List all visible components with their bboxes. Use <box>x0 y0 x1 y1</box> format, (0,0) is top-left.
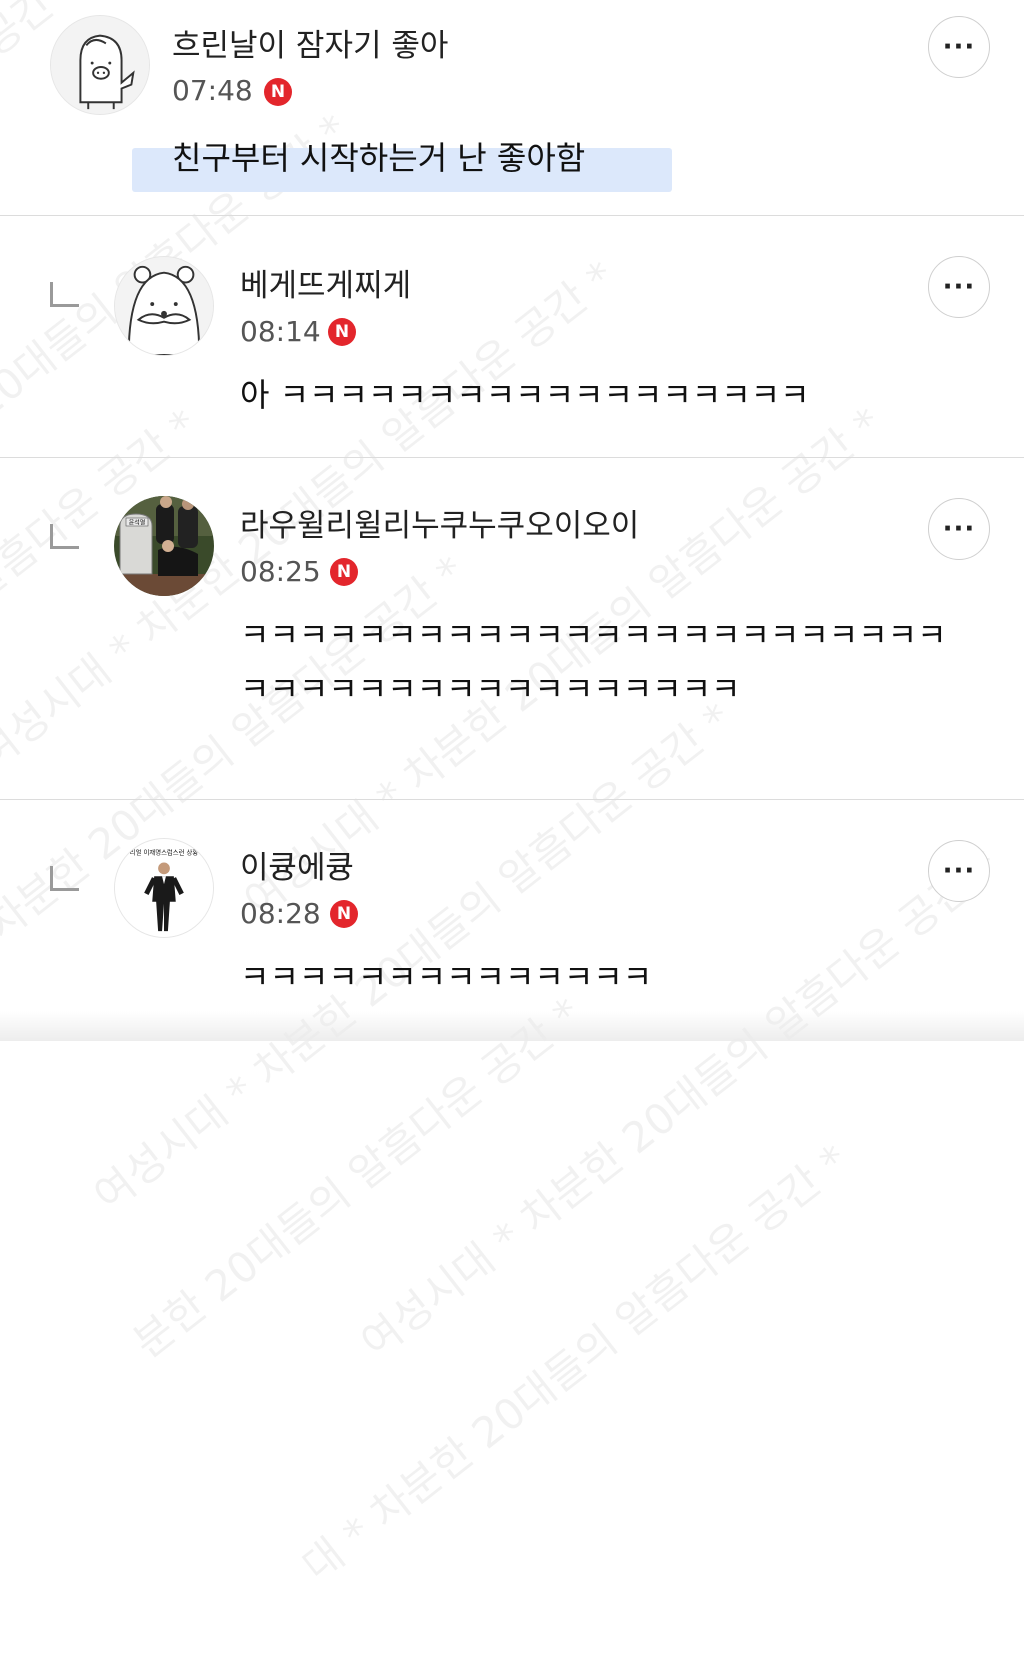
comment-time: 08:14 <box>240 315 321 348</box>
comment-text: ㅋㅋㅋㅋㅋㅋㅋㅋㅋㅋㅋㅋㅋㅋ <box>240 958 653 996</box>
avatar-caption: 윤석열 <box>129 519 146 527</box>
comment-time: 07:48 <box>172 74 253 107</box>
ghost-penguin-icon <box>51 16 149 114</box>
avatar-caption: 리얼 이재명스럽스런 상황 <box>130 848 199 857</box>
suit-man-avatar[interactable]: 리얼 이재명스럽스런 상황 <box>114 838 214 938</box>
comment-text: ㅋㅋㅋㅋㅋㅋㅋㅋㅋㅋㅋㅋㅋㅋㅋㅋㅋㅋㅋㅋㅋㅋㅋㅋㅋㅋㅋㅋㅋㅋㅋㅋㅋㅋㅋㅋㅋㅋㅋㅋ… <box>240 616 947 708</box>
comment-text: 아 ㅋㅋㅋㅋㅋㅋㅋㅋㅋㅋㅋㅋㅋㅋㅋㅋㅋㅋ <box>240 376 810 414</box>
photo-icon: 윤석열 <box>114 496 214 596</box>
reply-item: 리얼 이재명스럽스런 상황 이큥에큥 08:28 N ··· ㅋㅋㅋㅋㅋㅋㅋㅋㅋ… <box>0 800 1024 1041</box>
reply-indicator-icon <box>50 282 79 307</box>
mustache-hamster-avatar[interactable] <box>114 256 214 356</box>
more-options-button[interactable]: ··· <box>928 498 990 560</box>
new-badge: N <box>330 900 358 928</box>
grave-photo-avatar[interactable]: 윤석열 <box>114 496 214 596</box>
bottom-fade <box>0 1011 1024 1041</box>
author-name[interactable]: 이큥에큥 <box>240 850 354 886</box>
author-name[interactable]: 라우윌리윌리누쿠누쿠오이오이 <box>240 508 639 544</box>
more-options-button[interactable]: ··· <box>928 256 990 318</box>
comment-text: 친구부터 시작하는거 난 좋아함 <box>172 139 586 177</box>
comment-item: 흐린날이 잠자기 좋아 07:48 N ··· 친구부터 시작하는거 난 좋아함 <box>0 0 1024 216</box>
reply-item: 베게뜨게찌게 08:14 N ··· 아 ㅋㅋㅋㅋㅋㅋㅋㅋㅋㅋㅋㅋㅋㅋㅋㅋㅋㅋ <box>0 216 1024 458</box>
more-options-button[interactable]: ··· <box>928 16 990 78</box>
more-options-button[interactable]: ··· <box>928 840 990 902</box>
new-badge: N <box>264 78 292 106</box>
new-badge: N <box>330 558 358 586</box>
ghost-penguin-avatar[interactable] <box>50 15 150 115</box>
comment-time: 08:25 <box>240 555 321 588</box>
reply-indicator-icon <box>50 866 79 891</box>
new-badge: N <box>328 318 356 346</box>
author-name[interactable]: 흐린날이 잠자기 좋아 <box>172 28 448 64</box>
reply-indicator-icon <box>50 524 79 549</box>
author-name[interactable]: 베게뜨게찌게 <box>240 268 411 304</box>
comment-time: 08:28 <box>240 897 321 930</box>
reply-item: 윤석열 라우윌리윌리누쿠누쿠오이오이 08:25 N ··· ㅋㅋㅋㅋㅋㅋㅋㅋㅋ… <box>0 458 1024 800</box>
hamster-icon <box>115 257 213 355</box>
suit-man-icon: 리얼 이재명스럽스런 상황 <box>115 839 213 937</box>
